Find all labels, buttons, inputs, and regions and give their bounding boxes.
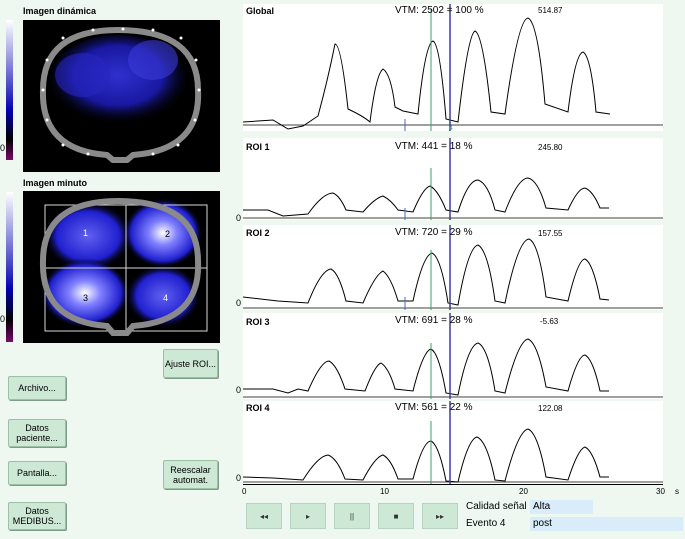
event-label: Evento 4 (466, 518, 506, 529)
roi3-zero: 0 (236, 385, 242, 395)
minute-eit-image[interactable]: 1 2 3 4 (23, 191, 220, 343)
roi1-trace-title: ROI 1 (246, 142, 270, 152)
roi4-trace-title: ROI 4 (246, 403, 270, 413)
roi4-vtm: VTM: 561 = 22 % (395, 402, 473, 413)
roi2-vtm: VTM: 720 = 29 % (395, 227, 473, 238)
global-trace-title: Global (246, 6, 275, 16)
ajuste-roi-button[interactable]: Ajuste ROI... (163, 349, 218, 378)
axis-unit: s (675, 487, 679, 496)
global-trace-panel[interactable]: 4 (243, 4, 663, 132)
stop-button[interactable]: ■ (378, 503, 414, 529)
roi1-value: 245.80 (538, 143, 563, 152)
axis-tick-30: 30 (656, 487, 665, 496)
minute-colorbar (6, 192, 13, 342)
roi2-zero: 0 (236, 298, 242, 308)
signal-quality-field: Alta (530, 500, 593, 514)
axis-tick-20: 20 (519, 487, 528, 496)
pantalla-button[interactable]: Pantalla... (8, 461, 66, 485)
global-vtm: VTM: 2502 = 100 % (395, 5, 484, 16)
reescalar-button[interactable]: Reescalar automat. (163, 460, 218, 489)
roi4-value: 122.08 (538, 404, 563, 413)
roi1-zero: 0 (236, 213, 242, 223)
rewind-button[interactable]: ◂◂ (246, 503, 282, 529)
event-marker-label: 4 (449, 125, 453, 132)
roi2-value: 157.55 (538, 229, 563, 238)
datos-medibus-button[interactable]: Datos MEDIBUS... (8, 502, 66, 530)
roi3-trace-title: ROI 3 (246, 317, 270, 327)
datos-paciente-button[interactable]: Datos paciente... (8, 419, 66, 447)
roi3-value: -5.63 (540, 317, 559, 326)
minute-scale-zero: 0 (0, 314, 6, 324)
minute-image-title: Imagen minuto (23, 178, 88, 188)
roi2-trace-title: ROI 2 (246, 228, 270, 238)
roi4-zero: 0 (236, 473, 242, 483)
global-value: 514.87 (538, 6, 563, 15)
dynamic-eit-image[interactable] (23, 20, 220, 172)
time-axis-line (243, 484, 663, 485)
dynamic-scale-zero: 0 (0, 143, 6, 153)
pause-button[interactable]: || (334, 503, 370, 529)
roi1-vtm: VTM: 441 = 18 % (395, 141, 473, 152)
play-button[interactable]: ▸ (290, 503, 326, 529)
roi-label-2: 2 (165, 229, 171, 239)
event-field[interactable]: post (530, 517, 683, 531)
roi-label-4: 4 (163, 293, 169, 303)
roi-label-1: 1 (83, 228, 89, 238)
archivo-button[interactable]: Archivo... (8, 376, 66, 400)
roi3-vtm: VTM: 691 = 28 % (395, 315, 473, 326)
roi4-trace-panel[interactable] (243, 401, 663, 484)
dynamic-image-title: Imagen dinámica (23, 6, 97, 16)
roi-label-3: 3 (83, 293, 89, 303)
signal-quality-label: Calidad señal (466, 501, 527, 512)
axis-tick-0: 0 (242, 487, 247, 496)
forward-button[interactable]: ▸▸ (422, 503, 458, 529)
dynamic-colorbar (6, 20, 13, 160)
axis-tick-10: 10 (380, 487, 389, 496)
